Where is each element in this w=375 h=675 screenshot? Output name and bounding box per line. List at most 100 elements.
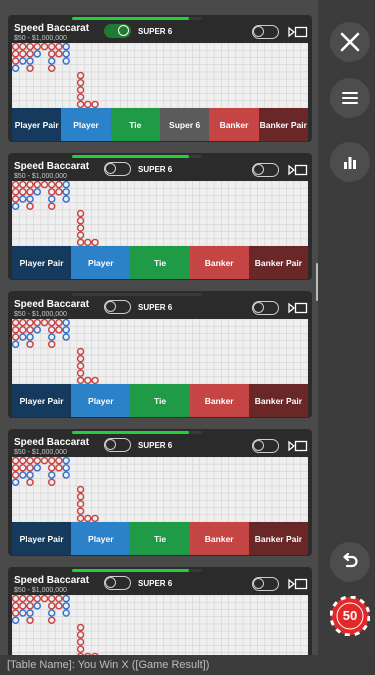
bet-player-button[interactable]: Player (71, 522, 131, 555)
bet-banker-pair-button[interactable]: Banker Pair (248, 246, 309, 279)
super6-toggle[interactable] (104, 438, 131, 452)
table-name: Speed Baccarat (14, 575, 90, 586)
super6-switch[interactable]: SUPER 6 (104, 162, 172, 176)
super6-label: SUPER 6 (138, 578, 173, 588)
super6-switch[interactable]: SUPER 6 (104, 24, 172, 38)
timer-bar (72, 431, 202, 434)
video-icon[interactable] (288, 164, 308, 176)
table-card[interactable]: Speed Baccarat $50 - $1,000,000 SUPER 6 Pla… (8, 291, 312, 418)
video-toggle[interactable] (252, 439, 279, 453)
bet-player-button[interactable]: Player (71, 246, 131, 279)
stats-icon (344, 157, 356, 169)
table-name: Speed Baccarat (14, 161, 90, 172)
table-name: Speed Baccarat (14, 437, 90, 448)
bet-tie-button[interactable]: Tie (130, 384, 190, 417)
bet-player-button[interactable]: Player (71, 384, 131, 417)
bet-player-pair-button[interactable]: Player Pair (12, 108, 62, 141)
video-toggle[interactable] (252, 163, 279, 177)
super6-toggle[interactable] (104, 576, 131, 590)
bet-player-pair-button[interactable]: Player Pair (12, 384, 72, 417)
video-icon[interactable] (288, 302, 308, 314)
super6-switch[interactable]: SUPER 6 (104, 300, 172, 314)
close-icon (340, 32, 360, 52)
timer-bar (72, 155, 202, 158)
timer-bar-fill (72, 17, 189, 20)
table-card[interactable]: Speed Baccarat $50 - $1,000,000 SUPER 6 Pla… (8, 429, 312, 556)
super6-label: SUPER 6 (138, 440, 173, 450)
chip-selector[interactable]: 50 (329, 595, 371, 637)
super6-label: SUPER 6 (138, 164, 173, 174)
bet-banker-pair-button[interactable]: Banker Pair (248, 384, 309, 417)
super6-label: SUPER 6 (138, 302, 173, 312)
toggle-knob (253, 26, 264, 37)
bead-road (12, 595, 308, 655)
bet-banker-button[interactable]: Banker (189, 384, 249, 417)
super6-switch[interactable]: SUPER 6 (104, 576, 172, 590)
bet-banker-pair-button[interactable]: Banker Pair (248, 522, 309, 555)
table-limits: $50 - $1,000,000 (14, 587, 67, 594)
video-icon[interactable] (288, 26, 308, 38)
stats-button[interactable] (330, 142, 370, 182)
toggle-knob (253, 440, 264, 451)
bet-banker-button[interactable]: Banker (189, 522, 249, 555)
super6-switch[interactable]: SUPER 6 (104, 438, 172, 452)
menu-icon (342, 92, 358, 104)
toggle-knob (105, 439, 116, 450)
bet-bar: Player Pair Player Tie Banker Banker Pair (12, 246, 309, 279)
table-limits: $50 - $1,000,000 (14, 35, 67, 42)
bead-road (12, 319, 308, 384)
timer-bar (72, 569, 202, 572)
toggle-knob (105, 163, 116, 174)
bet-banker-button[interactable]: Banker (209, 108, 259, 141)
sidebar: 50 (318, 0, 375, 655)
bead-road (12, 457, 308, 522)
bet-tie-button[interactable]: Tie (110, 108, 160, 141)
chip-value: 50 (342, 608, 358, 623)
table-card[interactable]: Speed Baccarat $50 - $1,000,000 SUPER 6 Pla… (8, 15, 312, 142)
toggle-knob (105, 301, 116, 312)
video-toggle[interactable] (252, 301, 279, 315)
table-limits: $50 - $1,000,000 (14, 173, 67, 180)
video-icon[interactable] (288, 578, 308, 590)
bet-tie-button[interactable]: Tie (130, 522, 190, 555)
bet-player-pair-button[interactable]: Player Pair (12, 522, 72, 555)
toggle-knob (253, 164, 264, 175)
super6-toggle[interactable] (104, 24, 131, 38)
undo-icon (343, 553, 358, 568)
toggle-knob (253, 578, 264, 589)
bead-road (12, 181, 308, 246)
bet-player-pair-button[interactable]: Player Pair (12, 246, 72, 279)
bet-banker-button[interactable]: Banker (189, 246, 249, 279)
table-card[interactable]: Speed Baccarat $50 - $1,000,000 SUPER 6 Pla… (8, 153, 312, 280)
menu-button[interactable] (330, 78, 370, 118)
result-message: [Table Name]: You Win X ([Game Result]) (0, 655, 375, 675)
table-name: Speed Baccarat (14, 299, 90, 310)
timer-bar (72, 17, 202, 20)
table-card[interactable]: Speed Baccarat $50 - $1,000,000 SUPER 6 (8, 567, 312, 655)
timer-bar-fill (72, 155, 189, 158)
bet-player-button[interactable]: Player (61, 108, 111, 141)
close-button[interactable] (330, 22, 370, 62)
undo-button[interactable] (330, 542, 370, 582)
bet-bar: Player Pair Player Tie Super 6 Banker Banker … (12, 108, 308, 141)
bet-bar: Player Pair Player Tie Banker Banker Pair (12, 384, 309, 417)
video-toggle[interactable] (252, 25, 279, 39)
toggle-knob (118, 25, 129, 36)
bet-bar: Player Pair Player Tie Banker Banker Pair (12, 522, 309, 555)
super6-toggle[interactable] (104, 300, 131, 314)
bead-road (12, 43, 308, 108)
table-list[interactable]: Speed Baccarat $50 - $1,000,000 SUPER 6 Pla… (0, 0, 318, 655)
toggle-knob (253, 302, 264, 313)
table-name: Speed Baccarat (14, 23, 90, 34)
super6-toggle[interactable] (104, 162, 131, 176)
bet-super-6-button[interactable]: Super 6 (159, 108, 210, 141)
toggle-knob (105, 577, 116, 588)
table-limits: $50 - $1,000,000 (14, 311, 67, 318)
video-toggle[interactable] (252, 577, 279, 591)
timer-bar-fill (72, 431, 189, 434)
timer-bar (72, 293, 202, 296)
bet-tie-button[interactable]: Tie (130, 246, 190, 279)
bet-banker-pair-button[interactable]: Banker Pair (258, 108, 308, 141)
video-icon[interactable] (288, 440, 308, 452)
lobby-screen: Speed Baccarat $50 - $1,000,000 SUPER 6 Pla… (0, 0, 375, 675)
